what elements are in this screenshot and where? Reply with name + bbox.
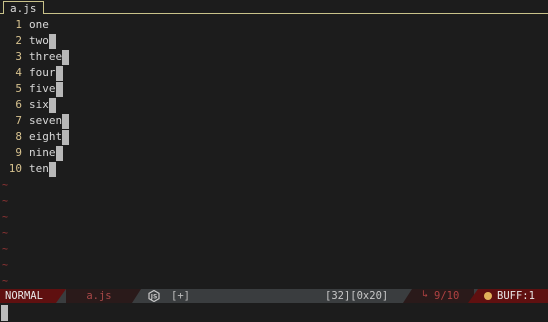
line-text: two (29, 34, 49, 47)
line-text: nine (29, 146, 56, 159)
empty-line-marker: ~ (2, 228, 9, 239)
line-text: seven (29, 114, 63, 127)
statusline: NORMAL a.js JS [+] [32][0x20] ↳ 9/10 BUF… (0, 289, 548, 303)
buffer-line[interactable]: 10 ten (0, 161, 548, 177)
line-number: 3 (15, 50, 22, 63)
line-number: 1 (15, 18, 22, 31)
buffer-line[interactable]: 3 three (0, 49, 548, 65)
empty-line-marker: ~ (2, 244, 9, 255)
line-number: 5 (15, 82, 22, 95)
multi-cursor (62, 50, 70, 65)
multi-cursor (48, 162, 56, 177)
empty-line-marker: ~ (2, 260, 9, 271)
line-text: four (29, 66, 56, 79)
line-number: 10 (8, 162, 22, 175)
multi-cursor (55, 66, 63, 81)
empty-line-marker: ~ (2, 196, 9, 207)
empty-line-marker: ~ (2, 212, 9, 223)
command-line[interactable] (0, 304, 548, 322)
multi-cursor (55, 146, 63, 161)
mode-indicator: NORMAL (0, 289, 66, 303)
line-number: 4 (15, 66, 22, 79)
editor-buffer[interactable]: 1 one 2 two 3 three 4 four 5 five 6 six 7 seven… (0, 17, 548, 177)
buffer-line[interactable]: 9 nine (0, 145, 548, 161)
multi-cursor (62, 130, 70, 145)
buffer-line[interactable]: 5 five (0, 81, 548, 97)
statusline-filename: a.js (66, 289, 141, 303)
buffer-line[interactable]: 8 eight (0, 129, 548, 145)
nodejs-icon: JS (148, 290, 160, 302)
line-info-value: 9/10 (434, 290, 460, 302)
line-text: eight (29, 130, 63, 143)
line-arrow-icon: ↳ (422, 289, 429, 300)
line-info: ↳ 9/10 (403, 289, 474, 303)
tabline: a.js (0, 0, 548, 15)
buffer-number: BUFF:1 (497, 290, 535, 302)
buffer-line[interactable]: 1 one (0, 17, 548, 33)
line-text: five (29, 82, 56, 95)
buffer-line[interactable]: 7 seven (0, 113, 548, 129)
buffer-line[interactable]: 2 two (0, 33, 548, 49)
line-text: one (29, 18, 49, 31)
line-number: 2 (15, 34, 22, 47)
buffer-line[interactable]: 6 six (0, 97, 548, 113)
multi-cursor (62, 114, 70, 129)
cursor-char-info: [32][0x20] (325, 290, 389, 302)
buffer-dot-icon (484, 292, 492, 300)
line-number: 8 (15, 130, 22, 143)
empty-line-marker: ~ (2, 276, 9, 287)
svg-text:JS: JS (150, 294, 158, 301)
line-text: three (29, 50, 63, 63)
line-text: six (29, 98, 49, 111)
modified-flag: [+] (171, 290, 190, 302)
buffer-indicator: BUFF:1 (468, 289, 548, 303)
buffer-line[interactable]: 4 four (0, 65, 548, 81)
tab-a-js[interactable]: a.js (3, 1, 44, 15)
multi-cursor (48, 98, 56, 113)
cursor (1, 305, 8, 321)
line-text: ten (29, 162, 49, 175)
multi-cursor (48, 34, 56, 49)
empty-line-marker: ~ (2, 180, 9, 191)
line-number: 6 (15, 98, 22, 111)
line-number: 7 (15, 114, 22, 127)
line-number: 9 (15, 146, 22, 159)
multi-cursor (55, 82, 63, 97)
